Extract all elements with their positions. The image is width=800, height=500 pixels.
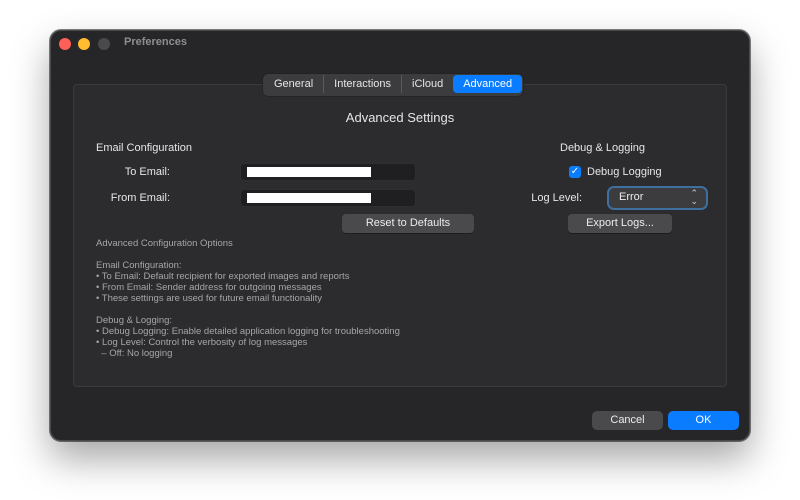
debug-logging-label: Debug Logging [587, 166, 662, 178]
tab-general[interactable]: General [264, 75, 323, 93]
debug-section-heading: Debug & Logging [560, 142, 646, 154]
notes-email-heading: Email Configuration: [96, 260, 182, 271]
reset-to-defaults-button[interactable]: Reset to Defaults [342, 214, 474, 233]
notes-line: • To Email: Default recipient for export… [96, 271, 350, 282]
notes-line: • From Email: Sender address for outgoin… [96, 282, 322, 293]
tab-bar: General Interactions iCloud Advanced [263, 74, 524, 96]
debug-logging-checkbox[interactable]: ✓ [569, 166, 581, 178]
tab-icloud[interactable]: iCloud [401, 75, 453, 93]
notes-line: • Log Level: Control the verbosity of lo… [96, 337, 308, 348]
section-title: Advanced Settings [345, 110, 455, 125]
export-logs-button[interactable]: Export Logs... [568, 214, 672, 233]
notes-debug-heading: Debug & Logging: [96, 315, 173, 326]
preferences-window: Preferences Advanced Settings Email Conf… [50, 30, 750, 441]
from-email-label: From Email: [110, 192, 170, 204]
checkmark-icon: ✓ [570, 166, 580, 177]
tab-interactions[interactable]: Interactions [323, 75, 401, 93]
minimize-window-button[interactable] [78, 38, 90, 50]
chevron-up-down-icon: ⌃ ⌄ [690, 188, 698, 206]
to-email-redacted-value [247, 167, 371, 177]
from-email-redacted-value [247, 193, 371, 203]
ok-button[interactable]: OK [668, 411, 739, 430]
notes-line: • These settings are used for future ema… [96, 293, 322, 304]
close-window-button[interactable] [59, 38, 71, 50]
notes-text: Advanced Configuration Options Email Con… [96, 238, 400, 359]
log-level-value: Error [619, 191, 644, 203]
email-section-heading: Email Configuration [96, 142, 192, 154]
window-title: Preferences [124, 36, 187, 48]
zoom-window-button[interactable] [98, 38, 110, 50]
from-email-field[interactable] [240, 189, 416, 207]
cancel-button[interactable]: Cancel [592, 411, 663, 430]
to-email-label: To Email: [124, 166, 170, 178]
log-level-label: Log Level: [531, 192, 582, 204]
notes-heading: Advanced Configuration Options [96, 238, 233, 249]
log-level-select[interactable]: Error ⌃ ⌄ [609, 188, 706, 208]
notes-line: • Debug Logging: Enable detailed applica… [96, 326, 400, 337]
advanced-panel: Advanced Settings Email Configuration To… [73, 84, 727, 387]
tab-advanced[interactable]: Advanced [453, 75, 523, 93]
notes-line: – Off: No logging [96, 348, 173, 359]
to-email-field[interactable] [240, 163, 416, 181]
